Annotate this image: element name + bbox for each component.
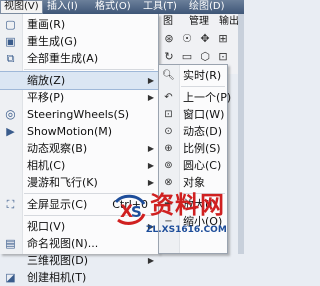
rotate-icon[interactable]: ↻ xyxy=(162,50,176,64)
rectangle-icon[interactable]: ▭ xyxy=(180,50,194,64)
array-icon[interactable]: ⊡ xyxy=(216,50,230,64)
zoom-scale-icon: ⊕ xyxy=(164,143,173,154)
submenu-arrow-icon: ▶ xyxy=(147,256,154,265)
menu-item-pan[interactable]: 平移(P) ▶ xyxy=(0,89,158,106)
zoom-realtime[interactable]: 🔍︎ 实时(R) xyxy=(159,67,227,84)
walk-icon[interactable]: ☉ xyxy=(180,32,194,46)
zoom-scale[interactable]: ⊕ 比例(S) xyxy=(159,140,227,157)
menu-item-showmotion[interactable]: ▶ ShowMotion(M) xyxy=(0,123,158,140)
zoom-dynamic-icon: ⊙ xyxy=(164,126,173,137)
menu-item-camera[interactable]: 相机(C) ▶ xyxy=(0,157,158,174)
menubar: 视图(V) 插入(I) 格式(O) 工具(T) 绘图(D) xyxy=(0,0,244,14)
hexagon-icon[interactable]: ⬡ xyxy=(198,50,212,64)
menu-item-regen-all[interactable]: ⧉ 全部重生成(A) xyxy=(0,50,158,67)
regen-all-icon: ⧉ xyxy=(6,52,15,65)
regen-icon: ▣ xyxy=(5,35,16,48)
menu-tools[interactable]: 工具(T) xyxy=(140,0,180,14)
submenu-arrow-icon: ▶ xyxy=(147,76,154,85)
menu-view[interactable]: 视图(V) xyxy=(0,0,43,14)
zoom-window[interactable]: ⊡ 窗口(W) xyxy=(159,106,227,123)
separator xyxy=(24,69,154,70)
orbit-icon[interactable]: ⊛ xyxy=(162,32,176,46)
svg-text:S: S xyxy=(131,203,142,221)
tab-view[interactable]: 图 xyxy=(160,16,176,28)
zoom-center[interactable]: ⊚ 圆心(C) xyxy=(159,157,227,174)
fullscreen-icon: ⛶ xyxy=(6,198,15,211)
zoom-previous[interactable]: ↶ 上一个(P) xyxy=(159,89,231,106)
move-icon[interactable]: ✥ xyxy=(198,32,212,46)
watermark: X S 资料网 ZL.XS1616.COM xyxy=(112,188,244,254)
menu-item-3d-views[interactable]: 三维视图(D) ▶ xyxy=(0,252,158,269)
zoom-center-icon: ⊚ xyxy=(164,160,173,171)
submenu-arrow-icon: ▶ xyxy=(147,93,154,102)
camera-icon: ◪ xyxy=(5,271,16,284)
zoom-realtime-icon: 🔍︎ xyxy=(162,70,175,81)
zoom-dynamic[interactable]: ⊙ 动态(D) xyxy=(159,123,227,140)
watermark-text: 资料网 xyxy=(150,191,225,219)
menu-item-create-camera[interactable]: ◪ 创建相机(T) xyxy=(0,269,158,286)
menu-item-regen[interactable]: ▣ 重生成(G) xyxy=(0,33,158,50)
zoom-previous-icon: ↶ xyxy=(164,92,173,103)
redraw-icon: ▢ xyxy=(5,18,16,31)
menu-item-redraw[interactable]: ▢ 重画(R) xyxy=(0,16,158,33)
showmotion-icon: ▶ xyxy=(6,125,15,138)
menu-insert[interactable]: 插入(I) xyxy=(44,0,81,14)
steering-wheel-icon: ◎ xyxy=(5,107,16,121)
watermark-logo-icon: X S xyxy=(114,194,146,225)
watermark-url: ZL.XS1616.COM xyxy=(146,225,227,235)
grid-icon[interactable]: ⊞ xyxy=(216,32,230,46)
submenu-arrow-icon: ▶ xyxy=(147,178,154,187)
menu-draw[interactable]: 绘图(D) xyxy=(186,0,228,14)
menu-item-zoom[interactable]: 缩放(Z) ▶ xyxy=(0,71,159,90)
menu-item-orbit[interactable]: 动态观察(B) ▶ xyxy=(0,140,158,157)
separator xyxy=(181,86,225,87)
submenu-arrow-icon: ▶ xyxy=(147,161,154,170)
named-view-icon: ▤ xyxy=(5,237,16,250)
menu-format[interactable]: 格式(O) xyxy=(92,0,134,14)
submenu-arrow-icon: ▶ xyxy=(147,144,154,153)
zoom-window-icon: ⊡ xyxy=(164,109,173,120)
tab-manage[interactable]: 管理 xyxy=(186,16,212,28)
menu-item-steeringwheels[interactable]: ◎ SteeringWheels(S) xyxy=(0,106,158,123)
